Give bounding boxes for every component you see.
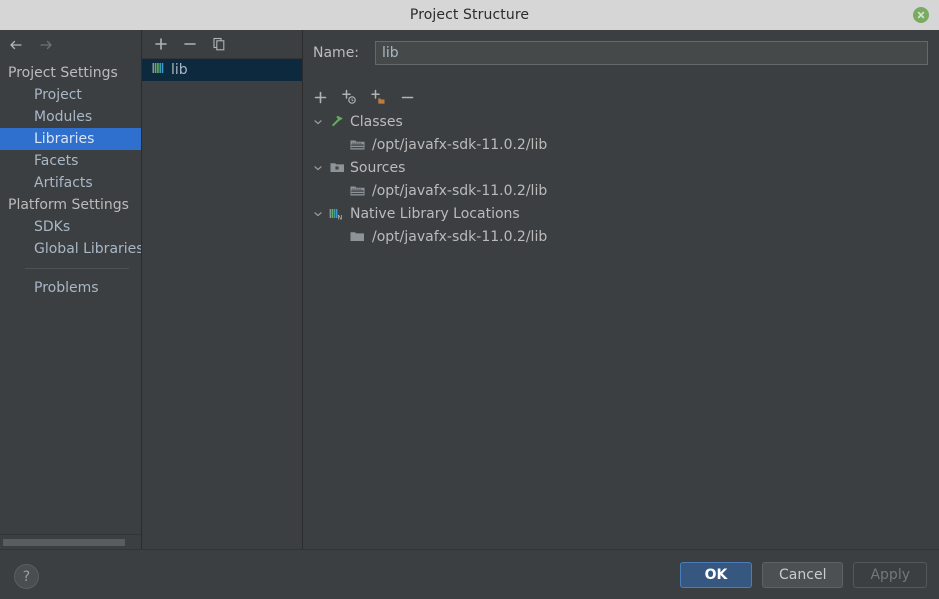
arrow-left-icon[interactable] xyxy=(8,37,24,53)
window-title: Project Structure xyxy=(409,7,530,23)
sidebar-item-facets[interactable]: Facets xyxy=(0,150,141,172)
sidebar-item-libraries[interactable]: Libraries xyxy=(0,128,141,150)
sidebar-divider xyxy=(25,268,129,269)
root-child-native-path[interactable]: /opt/javafx-sdk-11.0.2/lib xyxy=(303,225,939,248)
root-node-classes[interactable]: Classes xyxy=(303,110,939,133)
roots-toolbar xyxy=(303,84,939,110)
remove-root-button[interactable] xyxy=(398,88,416,106)
scrollbar-thumb[interactable] xyxy=(3,539,125,546)
list-item-label: lib xyxy=(171,62,188,78)
root-child-label: /opt/javafx-sdk-11.0.2/lib xyxy=(372,182,548,199)
sidebar-horizontal-scrollbar[interactable] xyxy=(0,534,141,549)
close-icon[interactable] xyxy=(913,7,929,23)
settings-sidebar: Project Settings Project Modules Librari… xyxy=(0,30,142,549)
svg-text:N: N xyxy=(337,213,342,220)
root-child-classes-path[interactable]: /opt/javafx-sdk-11.0.2/lib xyxy=(303,133,939,156)
sidebar-tree: Project Settings Project Modules Librari… xyxy=(0,62,141,299)
dialog-footer: ? OK Cancel Apply xyxy=(0,549,939,599)
library-roots-tree: Classes /opt/javafx-sdk-11.0.2/lib Sourc… xyxy=(303,110,939,549)
libraries-panel: lib xyxy=(142,30,303,549)
sidebar-item-sdks[interactable]: SDKs xyxy=(0,216,141,238)
chevron-down-icon[interactable] xyxy=(309,163,327,173)
root-node-sources[interactable]: Sources xyxy=(303,156,939,179)
name-input[interactable] xyxy=(375,41,928,65)
arrow-right-icon[interactable] xyxy=(38,37,54,53)
dialog-button-group: OK Cancel Apply xyxy=(680,562,927,588)
root-label: Classes xyxy=(350,113,403,130)
sidebar-item-global-libraries[interactable]: Global Libraries xyxy=(0,238,141,260)
attach-folder-button[interactable] xyxy=(369,88,387,106)
ok-button[interactable]: OK xyxy=(680,562,753,588)
sidebar-item-artifacts[interactable]: Artifacts xyxy=(0,172,141,194)
apply-button: Apply xyxy=(853,562,927,588)
library-detail-panel: Name: lib Classes /opt/javafx-sdk-11.0.2… xyxy=(303,30,939,549)
chevron-down-icon[interactable] xyxy=(309,117,327,127)
list-item[interactable]: lib xyxy=(142,59,302,81)
root-label: Sources xyxy=(350,159,406,176)
attach-classes-button[interactable] xyxy=(340,88,358,106)
root-label: Native Library Locations xyxy=(350,205,520,222)
native-library-icon: N xyxy=(327,207,347,221)
name-row: Name: xyxy=(303,40,939,66)
window-titlebar: Project Structure xyxy=(0,0,939,31)
root-node-native-library-locations[interactable]: N Native Library Locations xyxy=(303,202,939,225)
root-child-label: /opt/javafx-sdk-11.0.2/lib xyxy=(372,228,548,245)
folder-icon xyxy=(347,230,367,243)
jar-folder-icon xyxy=(347,184,367,197)
sidebar-group-platform-settings: Platform Settings xyxy=(8,197,129,213)
add-library-button[interactable] xyxy=(152,35,170,53)
navigation-arrows xyxy=(0,30,141,60)
remove-library-button[interactable] xyxy=(181,35,199,53)
libraries-toolbar xyxy=(142,30,302,59)
sources-folder-icon xyxy=(327,161,347,174)
root-child-sources-path[interactable]: /opt/javafx-sdk-11.0.2/lib xyxy=(303,179,939,202)
sidebar-item-project[interactable]: Project xyxy=(0,84,141,106)
sidebar-group-project-settings: Project Settings xyxy=(8,65,118,81)
sidebar-item-problems[interactable]: Problems xyxy=(0,277,141,299)
copy-library-button[interactable] xyxy=(210,35,228,53)
classes-hammer-icon xyxy=(327,114,347,129)
help-button[interactable]: ? xyxy=(14,564,39,589)
cancel-button[interactable]: Cancel xyxy=(762,562,844,588)
jar-folder-icon xyxy=(347,138,367,151)
sidebar-item-modules[interactable]: Modules xyxy=(0,106,141,128)
root-child-label: /opt/javafx-sdk-11.0.2/lib xyxy=(372,136,548,153)
chevron-down-icon[interactable] xyxy=(309,209,327,219)
libraries-list: lib xyxy=(142,59,302,81)
name-label: Name: xyxy=(313,45,360,61)
add-root-button[interactable] xyxy=(311,88,329,106)
library-icon xyxy=(152,62,165,78)
dialog-content: Project Settings Project Modules Librari… xyxy=(0,30,939,549)
